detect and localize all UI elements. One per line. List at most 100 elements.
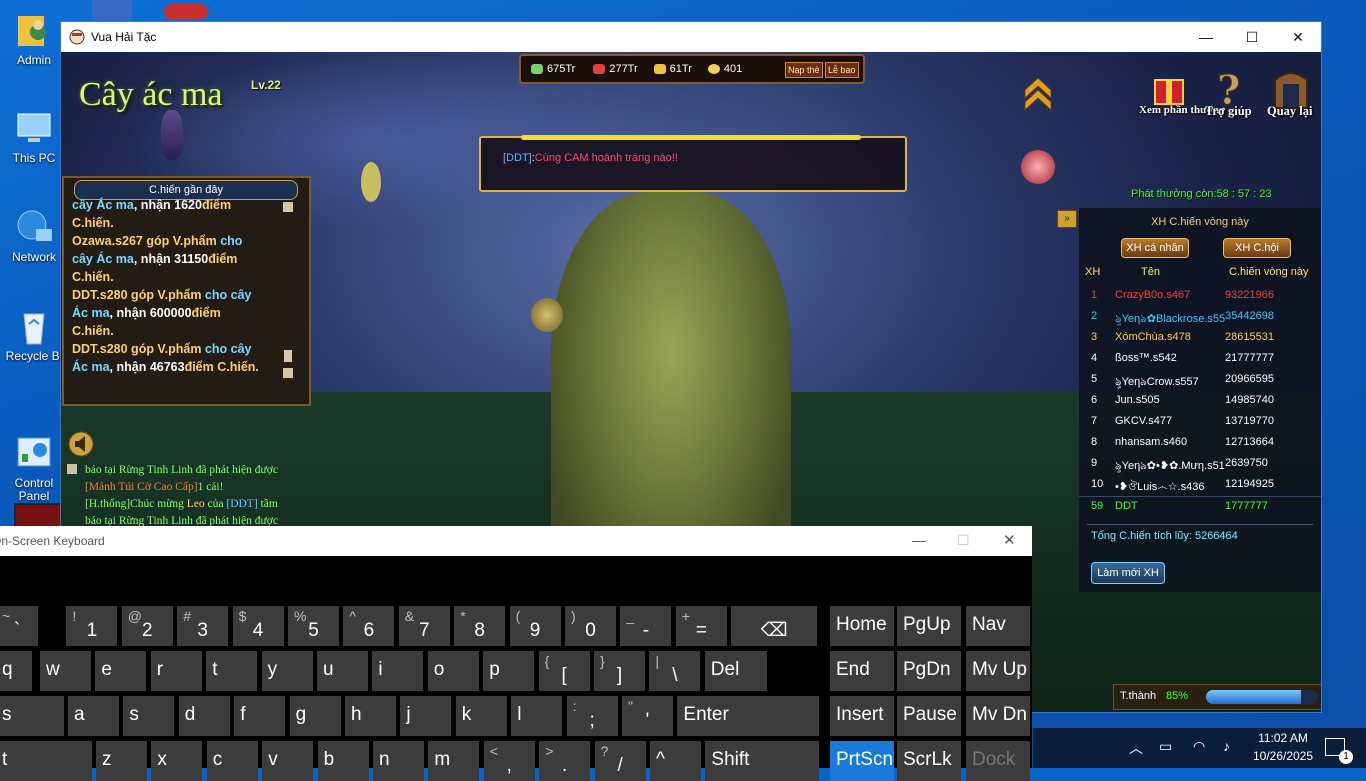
- reward-view-button[interactable]: Xem phần thưởng: [1139, 68, 1224, 124]
- key[interactable]: t: [0, 741, 92, 781]
- window-titlebar[interactable]: Vua Hải Tặc — ☐ ✕: [61, 22, 1321, 52]
- desktop-icon-this-pc[interactable]: This PC: [2, 108, 66, 165]
- tab-personal-ranking[interactable]: XH cá nhân: [1121, 238, 1189, 258]
- ranking-row[interactable]: 59 DDT 1777777: [1079, 496, 1321, 518]
- key[interactable]: _ -: [620, 606, 672, 646]
- key[interactable]: s: [0, 696, 64, 736]
- ranking-row[interactable]: 2 ৡYeηঌ✿Blackrose.s55 35442698: [1079, 307, 1321, 328]
- show-hidden-icons-chevron-icon[interactable]: ︿: [1129, 738, 1143, 758]
- ranking-row[interactable]: 7 GKCV.s477 13719770: [1079, 412, 1321, 433]
- key[interactable]: <,: [483, 741, 535, 781]
- key-pgdn[interactable]: PgDn: [897, 651, 961, 691]
- ranking-row[interactable]: 5 ৡYeηঌCrow.s557 20966595: [1079, 370, 1321, 391]
- key-mv-dn[interactable]: Mv Dn: [966, 696, 1030, 736]
- key[interactable]: Shift: [705, 741, 820, 781]
- clock-time[interactable]: 11:02 AM: [1251, 731, 1315, 745]
- key-dock[interactable]: Dock: [966, 741, 1030, 781]
- desktop-icon-partial[interactable]: [92, 0, 132, 20]
- feed-scroll-up-icon[interactable]: [67, 464, 77, 474]
- maximize-button[interactable]: ☐: [1229, 22, 1275, 52]
- key[interactable]: j: [400, 696, 452, 736]
- collapse-arrow-icon[interactable]: »: [1057, 210, 1077, 228]
- key[interactable]: ^ 6: [343, 606, 395, 646]
- key[interactable]: d: [178, 696, 230, 736]
- key[interactable]: {[: [538, 651, 590, 691]
- key-end[interactable]: End: [830, 651, 894, 691]
- key[interactable]: @2: [121, 606, 173, 646]
- key[interactable]: l: [511, 696, 563, 736]
- minimize-button[interactable]: —: [1183, 22, 1229, 52]
- key[interactable]: ⌫: [731, 606, 818, 646]
- ranking-row[interactable]: 8 nhansam.s460 12713664: [1079, 433, 1321, 454]
- key[interactable]: Enter: [677, 696, 820, 736]
- key[interactable]: ! 1: [66, 606, 118, 646]
- scroll-down-icon[interactable]: [283, 368, 293, 378]
- key[interactable]: % 5: [288, 606, 339, 646]
- key[interactable]: c: [206, 741, 258, 781]
- key[interactable]: w: [40, 651, 91, 691]
- volume-icon[interactable]: ♪: [1223, 738, 1230, 754]
- key[interactable]: ~ `: [0, 606, 38, 646]
- osk-close-button[interactable]: ✕: [1003, 531, 1016, 549]
- key[interactable]: y: [261, 651, 313, 691]
- help-button[interactable]: ? Trợ giúp: [1205, 67, 1265, 124]
- key[interactable]: n: [373, 741, 424, 781]
- key-prtscn[interactable]: PrtScn: [830, 741, 894, 781]
- key[interactable]: p: [483, 651, 535, 691]
- key[interactable]: :;: [566, 696, 618, 736]
- key-insert[interactable]: Insert: [830, 696, 894, 736]
- key[interactable]: >.: [539, 741, 591, 781]
- ranking-row[interactable]: 9 ৡYeηঌ✿•❥✿.Mưη.s51 2639750: [1079, 454, 1321, 475]
- key[interactable]: o: [427, 651, 479, 691]
- desktop-icon-network[interactable]: Network: [2, 207, 66, 264]
- key[interactable]: e: [95, 651, 147, 691]
- ranking-row[interactable]: 6 Jun.s505 14985740: [1079, 391, 1321, 412]
- key[interactable]: a: [68, 696, 119, 736]
- osk-minimize-button[interactable]: —: [912, 532, 926, 548]
- speaker-icon[interactable]: [67, 430, 95, 458]
- refresh-ranking-button[interactable]: Làm mới XH: [1091, 562, 1165, 584]
- key[interactable]: q: [0, 651, 32, 691]
- ranking-row[interactable]: 3 XómChùa.s478 28615531: [1079, 328, 1321, 349]
- key-mv-up[interactable]: Mv Up: [966, 651, 1030, 691]
- ranking-row[interactable]: 1 CrazyB0o.s467 93221966: [1079, 286, 1321, 307]
- key[interactable]: | \: [649, 651, 701, 691]
- recent-scrollbar[interactable]: [283, 202, 293, 380]
- key[interactable]: $4: [232, 606, 284, 646]
- ranking-row[interactable]: 10 •❥ঔLuis෴☆.s436 12194925: [1079, 475, 1321, 496]
- tab-guild-ranking[interactable]: XH C.hội: [1223, 238, 1291, 258]
- key[interactable]: * 8: [454, 606, 506, 646]
- key[interactable]: }]: [594, 651, 645, 691]
- key-home[interactable]: Home: [830, 606, 894, 646]
- key[interactable]: m: [428, 741, 480, 781]
- wifi-icon[interactable]: ◠: [1193, 738, 1205, 755]
- key[interactable]: ) 0: [565, 606, 616, 646]
- key[interactable]: h: [345, 696, 396, 736]
- desktop-icon-partial[interactable]: [164, 4, 208, 20]
- key[interactable]: ? /: [594, 741, 646, 781]
- key[interactable]: i: [372, 651, 424, 691]
- back-button[interactable]: Quay lại: [1267, 68, 1321, 124]
- key-pgup[interactable]: PgUp: [897, 606, 961, 646]
- key[interactable]: g: [289, 696, 341, 736]
- key[interactable]: k: [455, 696, 507, 736]
- key[interactable]: x: [151, 741, 203, 781]
- key[interactable]: f: [234, 696, 286, 736]
- key[interactable]: " ': [622, 696, 673, 736]
- topup-button[interactable]: Nạp thẻ: [785, 62, 823, 78]
- key[interactable]: r: [150, 651, 202, 691]
- clock-date[interactable]: 10/26/2025: [1245, 749, 1321, 763]
- key[interactable]: s: [123, 696, 175, 736]
- key[interactable]: ^: [650, 741, 701, 781]
- desktop-icon-control-panel[interactable]: Control Panel: [2, 408, 66, 503]
- scroll-thumb[interactable]: [284, 350, 292, 362]
- scroll-up-icon[interactable]: [283, 202, 293, 212]
- key[interactable]: b: [317, 741, 369, 781]
- key-nav[interactable]: Nav: [966, 606, 1030, 646]
- key[interactable]: (9: [509, 606, 561, 646]
- key[interactable]: t: [206, 651, 258, 691]
- osk-titlebar[interactable]: On-Screen Keyboard — ☐ ✕: [0, 526, 1032, 556]
- key-pause[interactable]: Pause: [897, 696, 961, 736]
- key[interactable]: z: [96, 741, 147, 781]
- key[interactable]: + =: [675, 606, 727, 646]
